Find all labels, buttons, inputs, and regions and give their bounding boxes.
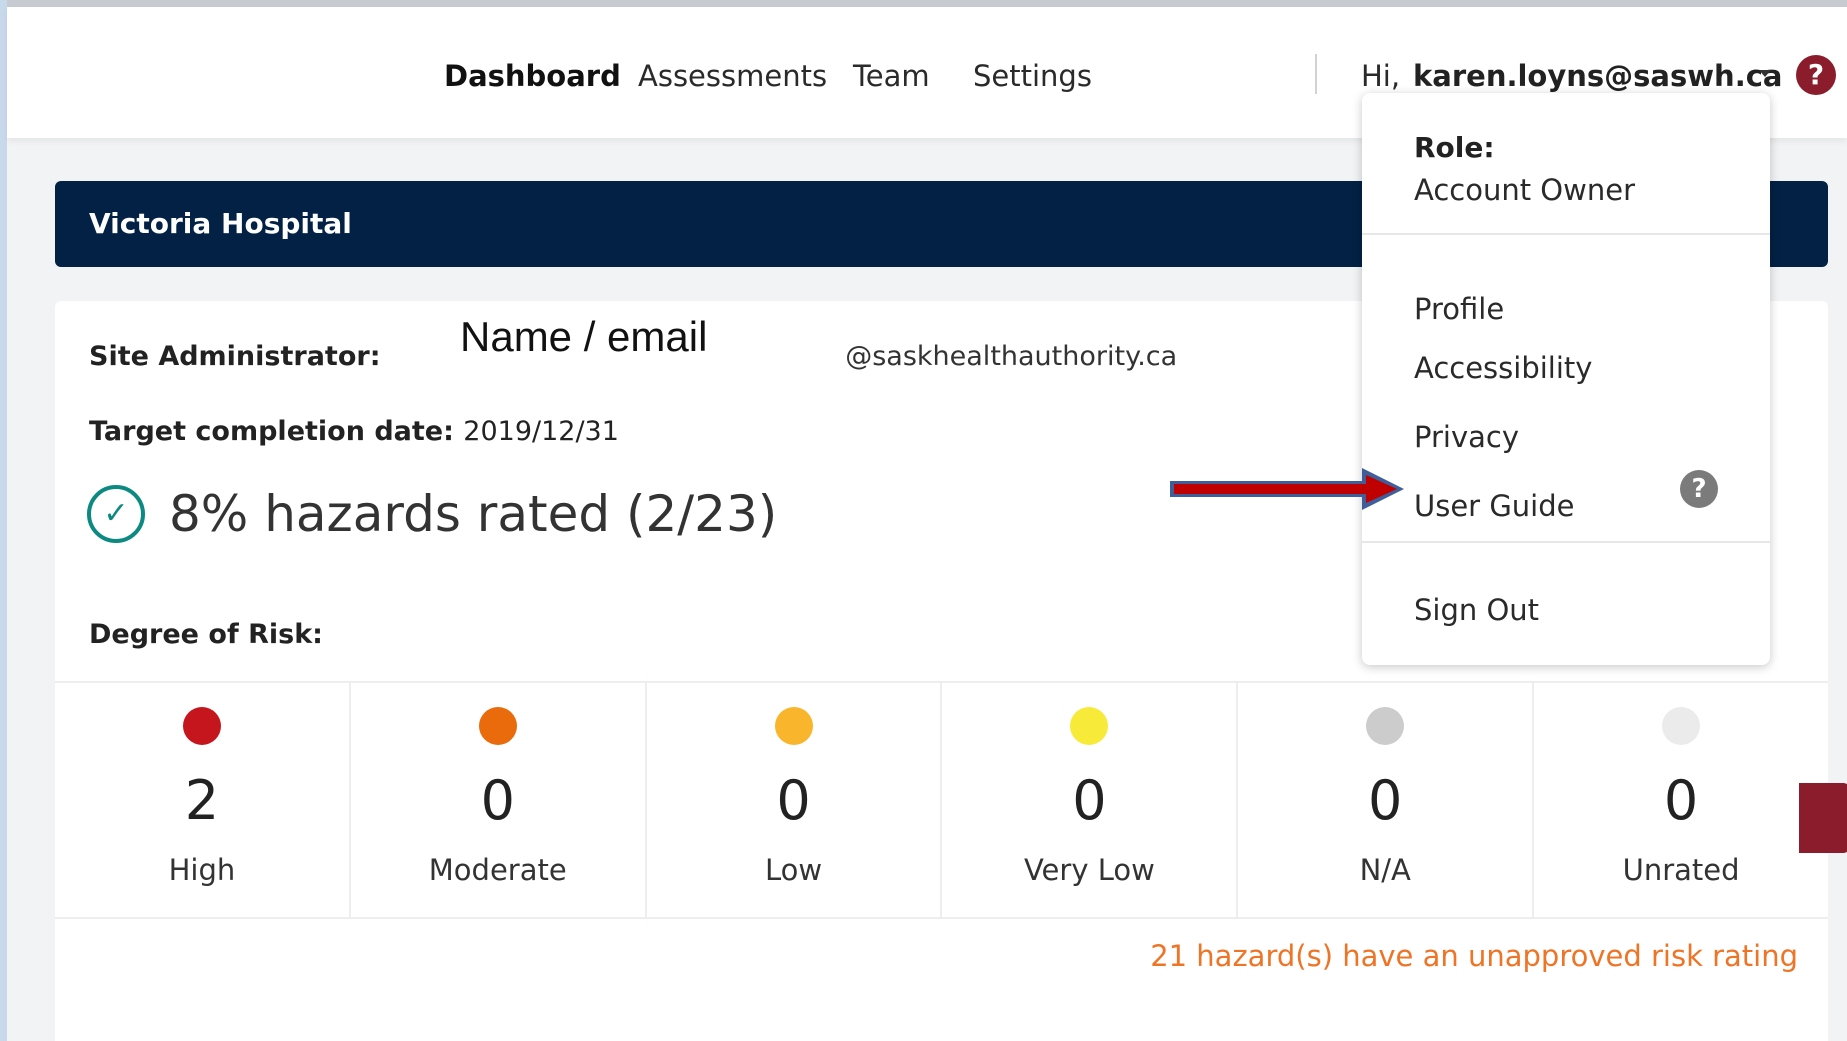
site-administrator-email: juin@saskhealthauthority.ca (796, 341, 1178, 372)
risk-count: 0 (1368, 769, 1403, 832)
help-icon[interactable]: ? (1796, 55, 1836, 95)
site-title: Victoria Hospital (89, 207, 352, 240)
risk-count: 2 (184, 769, 220, 832)
nav-dashboard[interactable]: Dashboard (444, 59, 621, 93)
risk-cell-high: 2 High (55, 683, 351, 917)
user-dropdown-menu: Role: Account Owner Profile Accessibilit… (1362, 93, 1770, 665)
risk-dot-icon (774, 707, 813, 745)
user-menu-toggle[interactable]: karen.loyns@saswh.ca (1413, 59, 1782, 93)
help-icon[interactable]: ? (1680, 470, 1718, 508)
role-value: Account Owner (1414, 173, 1635, 207)
target-completion-label: Target completion date: (89, 416, 464, 447)
target-completion-date: 2019/12/31 (463, 416, 619, 447)
menu-item-privacy[interactable]: Privacy (1414, 420, 1519, 454)
menu-item-profile[interactable]: Profile (1414, 292, 1504, 326)
risk-summary-row: 2 High 0 Moderate 0 Low 0 Very Low 0 N/A… (55, 681, 1828, 919)
risk-label: Low (765, 853, 823, 887)
window-top-border (0, 0, 1847, 7)
menu-item-accessibility[interactable]: Accessibility (1414, 351, 1592, 385)
risk-label: Moderate (428, 853, 567, 887)
risk-cell-unrated: 0 Unrated (1534, 683, 1828, 917)
risk-count: 0 (1663, 769, 1699, 832)
greeting-text: Hi, (1361, 59, 1401, 93)
risk-dot-icon (478, 707, 517, 745)
annotation-arrow-icon (1170, 468, 1404, 510)
annotation-name-email: Name / email (460, 313, 708, 360)
site-administrator-line: Site Administrator: I (89, 341, 400, 372)
risk-cell-very-low: 0 Very Low (942, 683, 1239, 917)
risk-cell-moderate: 0 Moderate (351, 683, 647, 917)
window-left-border (0, 0, 7, 1041)
menu-item-sign-out[interactable]: Sign Out (1414, 593, 1539, 627)
hazards-rated-progress: 8% hazards rated (2/23) (169, 485, 778, 543)
risk-label: High (168, 853, 236, 887)
nav-assessments[interactable]: Assessments (638, 59, 827, 93)
unapproved-rating-link[interactable]: 21 hazard(s) have an unapproved risk rat… (1150, 939, 1798, 973)
nav-divider (1315, 54, 1317, 94)
target-completion-line: Target completion date: 2019/12/31 (89, 416, 619, 447)
risk-cell-na: 0 N/A (1238, 683, 1535, 917)
check-circle-icon: ✓ (87, 485, 145, 543)
menu-item-user-guide[interactable]: User Guide (1414, 489, 1574, 523)
risk-label: N/A (1359, 853, 1411, 887)
menu-divider (1362, 541, 1770, 543)
risk-dot-icon (182, 707, 221, 745)
nav-settings[interactable]: Settings (973, 59, 1092, 93)
risk-dot-icon (1070, 707, 1109, 745)
chevron-down-icon[interactable] (1759, 70, 1771, 77)
role-label: Role: (1414, 131, 1495, 164)
site-administrator-label: Site Administrator: (89, 341, 390, 372)
risk-count: 0 (480, 769, 515, 832)
risk-dot-icon (1662, 707, 1701, 745)
risk-count: 0 (776, 769, 811, 832)
risk-label: Unrated (1622, 853, 1740, 887)
risk-cell-low: 0 Low (647, 683, 943, 917)
risk-count: 0 (1072, 769, 1107, 832)
menu-divider (1362, 233, 1770, 235)
risk-label: Very Low (1023, 853, 1155, 887)
degree-of-risk-label: Degree of Risk: (89, 619, 323, 650)
nav-team[interactable]: Team (853, 59, 930, 93)
risk-dot-icon (1366, 707, 1405, 745)
